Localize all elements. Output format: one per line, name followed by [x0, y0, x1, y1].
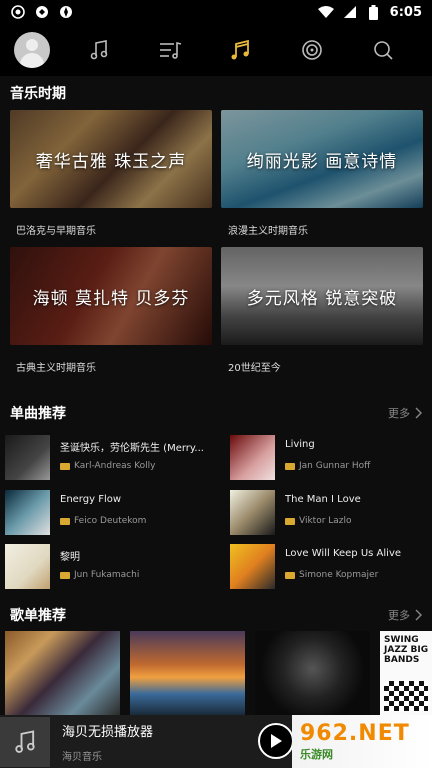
status-time: 6:05 [389, 4, 422, 20]
quality-badge-icon [60, 462, 70, 470]
tab-playlist-icon[interactable] [154, 34, 186, 66]
era-overlay-text: 海顿 莫扎特 贝多芬 [32, 288, 190, 309]
tab-radio-icon[interactable] [296, 34, 328, 66]
era-overlay-text: 多元风格 锐意突破 [246, 288, 398, 309]
playlist-card[interactable] [130, 631, 245, 715]
more-label: 更多 [388, 609, 410, 622]
song-cover [5, 490, 50, 535]
watermark-text: 962.NET [300, 721, 410, 746]
player-cover [0, 716, 50, 767]
signal-icon [342, 4, 358, 20]
more-label: 更多 [388, 407, 410, 420]
quality-badge-icon [60, 571, 70, 579]
app-badge-icon [10, 4, 26, 20]
music-note-icon [15, 729, 35, 753]
singles-title: 单曲推荐 [10, 406, 66, 422]
era-overlay-text: 奢华古雅 珠玉之声 [35, 151, 187, 172]
era-label: 古典主义时期音乐 [16, 363, 96, 374]
song-item[interactable]: 圣诞快乐，劳伦斯先生 (Merry... Karl-Andreas Kolly [5, 435, 215, 483]
playlists-title: 歌单推荐 [10, 608, 66, 624]
song-title: Energy Flow [60, 494, 122, 505]
song-cover [230, 435, 275, 480]
playlist-card[interactable] [5, 631, 120, 715]
settings-wheel-icon [58, 4, 74, 20]
song-item[interactable]: Love Will Keep Us Alive Simone Kopmajer [230, 544, 432, 592]
chevron-right-icon [415, 609, 422, 621]
song-item[interactable]: Energy Flow Feico Deutekom [5, 490, 215, 538]
tab-search-icon[interactable] [367, 34, 399, 66]
song-cover [230, 490, 275, 535]
song-artist: Simone Kopmajer [299, 570, 379, 580]
playlist-card[interactable]: SWING JAZZ BIG BANDS [380, 631, 432, 715]
eras-title: 音乐时期 [10, 86, 66, 102]
playlists-more-button[interactable]: 更多 [388, 607, 422, 623]
song-item[interactable]: The Man I Love Viktor Lazlo [230, 490, 432, 538]
song-artist: Karl-Andreas Kolly [74, 461, 156, 471]
nav-tabs [50, 34, 418, 66]
avatar[interactable] [14, 32, 50, 68]
song-title: The Man I Love [285, 494, 361, 505]
player-title: 海贝无损播放器 [62, 724, 154, 740]
era-overlay-text: 绚丽光影 画意诗情 [246, 151, 398, 172]
player-subtitle: 海贝音乐 [62, 751, 102, 763]
song-item[interactable]: 黎明 Jun Fukamachi [5, 544, 215, 592]
tab-music-note-icon[interactable] [83, 34, 115, 66]
song-title: Living [285, 439, 315, 450]
chevron-right-icon [415, 407, 422, 419]
song-artist: Jun Fukamachi [74, 570, 140, 580]
song-cover [5, 435, 50, 480]
tab-music-notes-icon[interactable] [225, 34, 257, 66]
era-label: 浪漫主义时期音乐 [228, 226, 308, 237]
song-title: Love Will Keep Us Alive [285, 548, 402, 559]
quality-badge-icon [285, 517, 295, 525]
watermark-logo: 962.NET 乐游网 [292, 715, 432, 768]
playlist-cover-text: SWING JAZZ BIG BANDS [384, 635, 429, 665]
era-card-modern[interactable]: 多元风格 锐意突破 [221, 247, 423, 345]
quality-badge-icon [285, 571, 295, 579]
song-artist: Jan Gunnar Hoff [299, 461, 371, 471]
song-cover [230, 544, 275, 589]
song-title: 黎明 [60, 552, 80, 563]
sync-icon [34, 4, 50, 20]
era-card-baroque[interactable]: 奢华古雅 珠玉之声 [10, 110, 212, 208]
song-item[interactable]: Living Jan Gunnar Hoff [230, 435, 432, 483]
quality-badge-icon [60, 517, 70, 525]
status-bar: 6:05 [0, 0, 432, 24]
song-title: 圣诞快乐，劳伦斯先生 (Merry... [60, 443, 204, 454]
singles-more-button[interactable]: 更多 [388, 405, 422, 421]
watermark-subtext: 乐游网 [300, 748, 333, 761]
play-icon [271, 734, 282, 748]
era-card-classical[interactable]: 海顿 莫扎特 贝多芬 [10, 247, 212, 345]
battery-icon [366, 4, 382, 20]
top-nav [0, 24, 432, 76]
song-cover [5, 544, 50, 589]
song-artist: Feico Deutekom [74, 516, 147, 526]
era-label: 20世纪至今 [228, 363, 281, 374]
play-button[interactable] [258, 723, 294, 759]
quality-badge-icon [285, 462, 295, 470]
playlist-card[interactable] [255, 631, 370, 715]
era-label: 巴洛克与早期音乐 [16, 226, 96, 237]
wifi-icon [317, 4, 334, 20]
song-artist: Viktor Lazlo [299, 516, 352, 526]
era-card-romantic[interactable]: 绚丽光影 画意诗情 [221, 110, 423, 208]
